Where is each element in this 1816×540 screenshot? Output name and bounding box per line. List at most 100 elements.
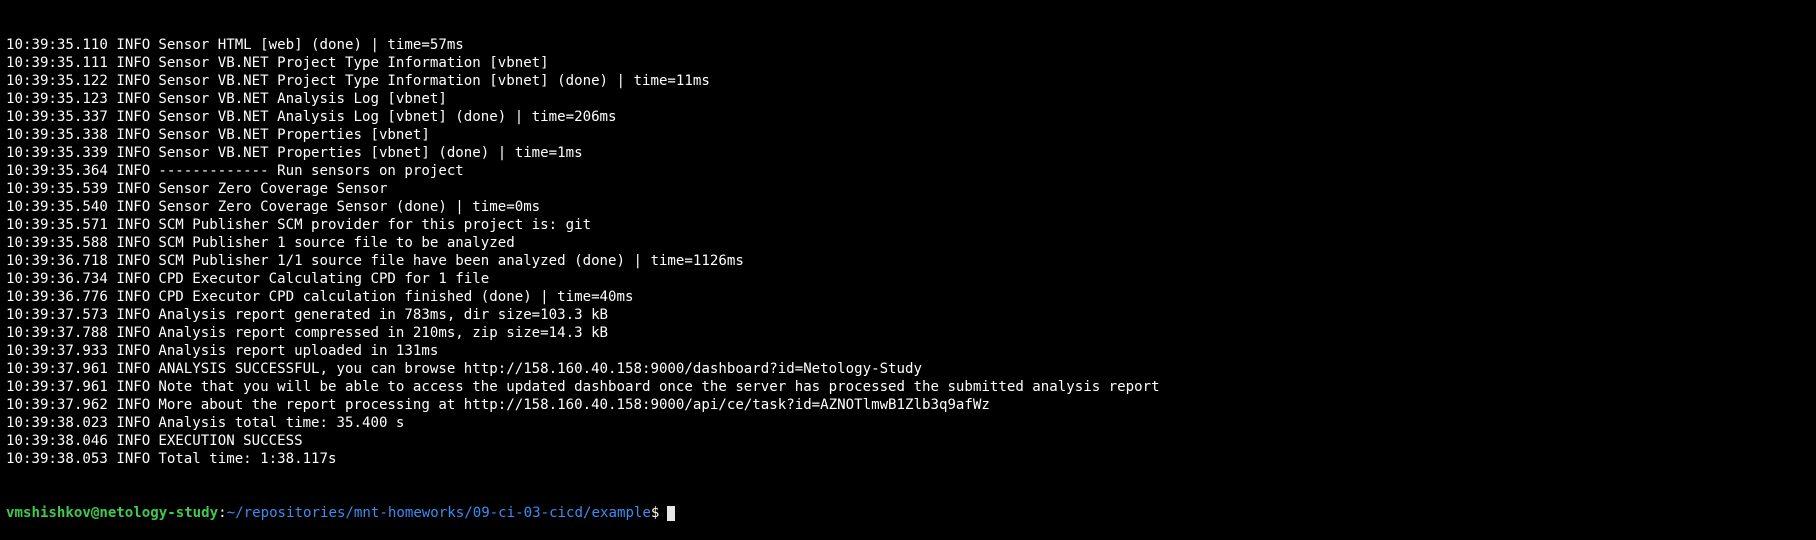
log-message: Sensor HTML [web] (done) | time=57ms bbox=[158, 37, 464, 53]
prompt-user-host: vmshishkov@netology-study bbox=[6, 505, 219, 521]
log-line: 10:39:35.364 INFO ------------- Run sensor… bbox=[6, 162, 1816, 180]
log-timestamp: 10:39:35.540 bbox=[6, 199, 108, 215]
log-line: 10:39:35.339 INFO Sensor VB.NET Properties… bbox=[6, 144, 1816, 162]
log-message: Sensor Zero Coverage Sensor bbox=[158, 181, 388, 197]
log-message: Analysis report generated in 783ms, dir … bbox=[158, 307, 609, 323]
log-line: 10:39:35.110 INFO Sensor HTML [web] (done)… bbox=[6, 36, 1816, 54]
log-level: INFO bbox=[116, 253, 151, 269]
log-timestamp: 10:39:35.337 bbox=[6, 109, 108, 125]
log-line: 10:39:35.571 INFO SCM Publisher SCM provid… bbox=[6, 216, 1816, 234]
log-level: INFO bbox=[116, 55, 151, 71]
log-line: 10:39:36.776 INFO CPD Executor CPD calcula… bbox=[6, 288, 1816, 306]
log-timestamp: 10:39:38.046 bbox=[6, 433, 108, 449]
log-output: 10:39:35.110 INFO Sensor HTML [web] (done)… bbox=[6, 36, 1816, 468]
log-line: 10:39:35.111 INFO Sensor VB.NET Project Ty… bbox=[6, 54, 1816, 72]
log-timestamp: 10:39:35.571 bbox=[6, 217, 108, 233]
log-timestamp: 10:39:36.718 bbox=[6, 253, 108, 269]
log-line: 10:39:37.788 INFO Analysis report compress… bbox=[6, 324, 1816, 342]
log-timestamp: 10:39:36.776 bbox=[6, 289, 108, 305]
log-line: 10:39:36.718 INFO SCM Publisher 1/1 source… bbox=[6, 252, 1816, 270]
log-level: INFO bbox=[116, 397, 151, 413]
log-level: INFO bbox=[116, 217, 151, 233]
log-timestamp: 10:39:37.961 bbox=[6, 379, 108, 395]
log-message: Sensor VB.NET Analysis Log [vbnet] (done… bbox=[158, 109, 617, 125]
prompt-path: ~/repositories/mnt-homeworks/09-ci-03-ci… bbox=[226, 505, 651, 521]
log-message: Note that you will be able to access the… bbox=[158, 379, 1160, 395]
log-timestamp: 10:39:37.573 bbox=[6, 307, 108, 323]
log-message: ANALYSIS SUCCESSFUL, you can browse http… bbox=[158, 361, 922, 377]
log-level: INFO bbox=[116, 451, 151, 467]
log-level: INFO bbox=[116, 181, 151, 197]
log-line: 10:39:37.933 INFO Analysis report uploaded… bbox=[6, 342, 1816, 360]
log-timestamp: 10:39:37.933 bbox=[6, 343, 108, 359]
log-message: Sensor VB.NET Analysis Log [vbnet] bbox=[158, 91, 447, 107]
log-line: 10:39:35.588 INFO SCM Publisher 1 source f… bbox=[6, 234, 1816, 252]
log-level: INFO bbox=[116, 109, 151, 125]
log-message: Sensor VB.NET Properties [vbnet] (done) … bbox=[158, 145, 583, 161]
log-line: 10:39:37.962 INFO More about the report pr… bbox=[6, 396, 1816, 414]
log-level: INFO bbox=[116, 91, 151, 107]
log-line: 10:39:36.734 INFO CPD Executor Calculating… bbox=[6, 270, 1816, 288]
log-timestamp: 10:39:38.023 bbox=[6, 415, 108, 431]
log-timestamp: 10:39:36.734 bbox=[6, 271, 108, 287]
text-cursor bbox=[667, 505, 676, 521]
terminal-window[interactable]: 10:39:35.110 INFO Sensor HTML [web] (done)… bbox=[0, 0, 1816, 521]
log-line: 10:39:35.539 INFO Sensor Zero Coverage Sen… bbox=[6, 180, 1816, 198]
log-timestamp: 10:39:37.962 bbox=[6, 397, 108, 413]
log-level: INFO bbox=[116, 127, 151, 143]
log-timestamp: 10:39:35.123 bbox=[6, 91, 108, 107]
log-level: INFO bbox=[116, 271, 151, 287]
log-line: 10:39:35.122 INFO Sensor VB.NET Project Ty… bbox=[6, 72, 1816, 90]
log-message: SCM Publisher SCM provider for this proj… bbox=[158, 217, 592, 233]
log-level: INFO bbox=[116, 361, 151, 377]
log-message: More about the report processing at http… bbox=[158, 397, 990, 413]
log-message: SCM Publisher 1/1 source file have been … bbox=[158, 253, 744, 269]
log-line: 10:39:37.961 INFO ANALYSIS SUCCESSFUL, you… bbox=[6, 360, 1816, 378]
log-level: INFO bbox=[116, 307, 151, 323]
log-timestamp: 10:39:35.110 bbox=[6, 37, 108, 53]
log-timestamp: 10:39:35.122 bbox=[6, 73, 108, 89]
log-level: INFO bbox=[116, 199, 151, 215]
log-message: Analysis total time: 35.400 s bbox=[158, 415, 405, 431]
log-message: Sensor Zero Coverage Sensor (done) | tim… bbox=[158, 199, 541, 215]
log-level: INFO bbox=[116, 433, 151, 449]
log-message: CPD Executor CPD calculation finished (d… bbox=[158, 289, 634, 305]
log-timestamp: 10:39:35.588 bbox=[6, 235, 108, 251]
log-level: INFO bbox=[116, 163, 151, 179]
log-timestamp: 10:39:37.788 bbox=[6, 325, 108, 341]
log-message: ------------- Run sensors on project bbox=[158, 163, 464, 179]
log-timestamp: 10:39:37.961 bbox=[6, 361, 108, 377]
log-line: 10:39:37.961 INFO Note that you will be ab… bbox=[6, 378, 1816, 396]
log-level: INFO bbox=[116, 37, 151, 53]
log-message: Sensor VB.NET Project Type Information [… bbox=[158, 73, 710, 89]
log-message: Total time: 1:38.117s bbox=[158, 451, 337, 467]
log-timestamp: 10:39:35.338 bbox=[6, 127, 108, 143]
log-message: Sensor VB.NET Project Type Information [… bbox=[158, 55, 549, 71]
prompt-symbol: $ bbox=[650, 505, 660, 521]
log-line: 10:39:37.573 INFO Analysis report generate… bbox=[6, 306, 1816, 324]
log-level: INFO bbox=[116, 289, 151, 305]
log-line: 10:39:38.046 INFO EXECUTION SUCCESS bbox=[6, 432, 1816, 450]
log-message: Analysis report compressed in 210ms, zip… bbox=[158, 325, 609, 341]
log-line: 10:39:38.053 INFO Total time: 1:38.117s bbox=[6, 450, 1816, 468]
log-level: INFO bbox=[116, 415, 151, 431]
log-line: 10:39:35.338 INFO Sensor VB.NET Properties… bbox=[6, 126, 1816, 144]
log-message: CPD Executor Calculating CPD for 1 file bbox=[158, 271, 490, 287]
log-line: 10:39:35.123 INFO Sensor VB.NET Analysis L… bbox=[6, 90, 1816, 108]
log-timestamp: 10:39:35.364 bbox=[6, 163, 108, 179]
log-level: INFO bbox=[116, 73, 151, 89]
log-level: INFO bbox=[116, 235, 151, 251]
log-line: 10:39:35.540 INFO Sensor Zero Coverage Sen… bbox=[6, 198, 1816, 216]
log-line: 10:39:38.023 INFO Analysis total time: 35.… bbox=[6, 414, 1816, 432]
log-level: INFO bbox=[116, 325, 151, 341]
log-message: Sensor VB.NET Properties [vbnet] bbox=[158, 127, 430, 143]
log-timestamp: 10:39:35.339 bbox=[6, 145, 108, 161]
log-timestamp: 10:39:35.539 bbox=[6, 181, 108, 197]
log-level: INFO bbox=[116, 145, 151, 161]
log-message: SCM Publisher 1 source file to be analyz… bbox=[158, 235, 515, 251]
log-line: 10:39:35.337 INFO Sensor VB.NET Analysis L… bbox=[6, 108, 1816, 126]
log-level: INFO bbox=[116, 343, 151, 359]
log-message: Analysis report uploaded in 131ms bbox=[158, 343, 439, 359]
shell-prompt[interactable]: vmshishkov@netology-study: ~/repositories… bbox=[6, 504, 1816, 522]
log-message: EXECUTION SUCCESS bbox=[158, 433, 303, 449]
